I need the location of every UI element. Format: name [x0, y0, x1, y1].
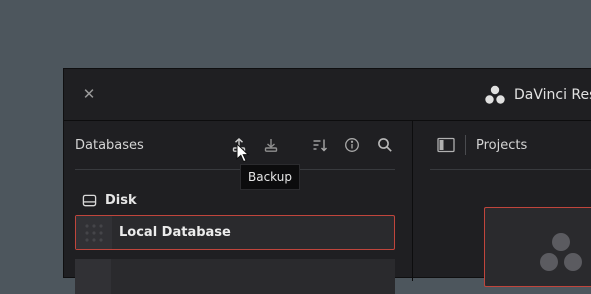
projects-panel: Projects — [413, 121, 591, 287]
mouse-cursor-icon — [236, 143, 250, 163]
info-button[interactable] — [343, 135, 361, 155]
download-icon — [264, 139, 278, 152]
database-grid-icon — [85, 223, 103, 242]
database-item-next[interactable] — [75, 259, 395, 294]
search-icon — [378, 138, 392, 152]
projects-title: Projects — [476, 138, 528, 153]
disk-group-label: Disk — [105, 192, 137, 208]
close-icon[interactable]: ✕ — [81, 86, 97, 102]
app-brand: DaVinci Resol — [484, 83, 591, 107]
restore-button[interactable] — [262, 135, 280, 155]
davinci-resolve-logo-icon — [540, 233, 582, 271]
disk-group-header: Disk — [82, 190, 137, 210]
database-thumbnail — [76, 216, 112, 249]
app-title: DaVinci Resol — [514, 87, 591, 103]
sort-icon — [313, 139, 327, 152]
title-bar: ✕ DaVinci Resol — [64, 69, 591, 121]
database-thumbnail — [75, 259, 111, 294]
disk-icon — [82, 194, 97, 206]
sidebar-toggle-icon[interactable] — [437, 137, 455, 153]
header-divider — [75, 169, 395, 170]
toolbar-separator — [465, 135, 466, 155]
davinci-resolve-logo-icon — [485, 85, 505, 104]
database-item-local[interactable]: Local Database — [75, 215, 395, 250]
project-manager-window: ✕ DaVinci Resol Databases — [63, 68, 591, 294]
projects-divider — [430, 169, 591, 170]
databases-title: Databases — [75, 138, 144, 153]
database-name: Local Database — [119, 225, 231, 240]
backup-tooltip: Backup — [240, 164, 300, 190]
project-card[interactable] — [484, 207, 591, 287]
search-button[interactable] — [376, 135, 394, 155]
sort-button[interactable] — [311, 135, 329, 155]
info-icon — [345, 138, 359, 152]
